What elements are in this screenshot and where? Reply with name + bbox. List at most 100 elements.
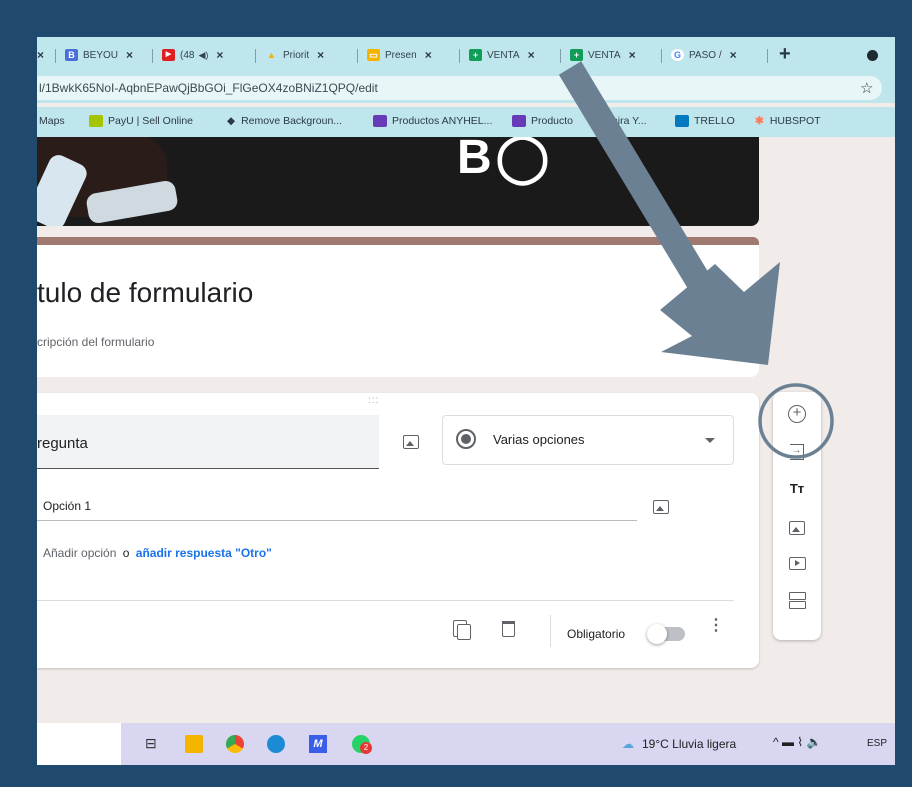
- footer-divider: [37, 600, 734, 601]
- google-favicon-icon: G: [671, 49, 684, 61]
- tab-label: (48: [180, 49, 195, 61]
- diamond-icon: ◆: [227, 115, 236, 127]
- tab-beyou[interactable]: B BEYOU ×: [65, 44, 133, 66]
- tab-drive[interactable]: ▲ Priorit ×: [265, 44, 324, 66]
- trash-icon[interactable]: [502, 621, 515, 637]
- section-icon: [788, 592, 806, 609]
- speaker-icon[interactable]: ◀): [198, 50, 208, 61]
- taskbar: ⊟ M 2 ☁ 19°C Lluvia ligera ^ ▬ ⌇ 🔈 ESP: [37, 723, 895, 765]
- bookmark-label: TRELLO: [694, 115, 735, 127]
- chrome-icon[interactable]: [226, 735, 244, 753]
- import-questions-button[interactable]: →: [785, 440, 809, 464]
- required-label: Obligatorio: [567, 627, 626, 641]
- profile-icon[interactable]: [867, 50, 878, 61]
- tab-separator: [255, 49, 256, 63]
- drive-favicon-icon: ▲: [267, 50, 276, 60]
- close-tab-icon[interactable]: ×: [216, 48, 223, 62]
- sheets-favicon-icon: +: [570, 49, 583, 61]
- title-text-icon: Tт: [789, 481, 805, 496]
- close-tab-icon[interactable]: ×: [528, 48, 535, 62]
- file-explorer-icon[interactable]: [185, 735, 203, 753]
- app-icon[interactable]: M: [309, 735, 327, 753]
- taskbar-search[interactable]: [37, 723, 121, 765]
- close-tab-icon[interactable]: ×: [629, 48, 636, 62]
- close-tab-icon[interactable]: ×: [126, 48, 133, 62]
- form-title-card[interactable]: tulo de formulario cripción del formular…: [37, 245, 759, 377]
- required-toggle[interactable]: [647, 624, 685, 644]
- beyou-favicon-icon: B: [65, 49, 78, 61]
- tab-label: VENTA: [487, 49, 520, 61]
- question-title-input[interactable]: regunta: [37, 415, 379, 469]
- add-video-button[interactable]: [785, 552, 809, 576]
- header-banner-image: B◯: [37, 137, 759, 226]
- add-image-icon[interactable]: [403, 435, 419, 449]
- tab-strip: × B BEYOU × ▶ (48 ◀) × ▲ Priorit × ▭ Pre…: [37, 37, 895, 71]
- tab-google[interactable]: G PASO / ×: [671, 44, 737, 66]
- bookmark-payu[interactable]: PayU | Sell Online: [89, 115, 193, 127]
- tab-separator: [357, 49, 358, 63]
- task-view-icon[interactable]: ⊟: [145, 735, 163, 753]
- tab-label: BEYOU: [83, 49, 119, 61]
- tab-sheets-1[interactable]: + VENTA ×: [469, 44, 535, 66]
- form-title[interactable]: tulo de formulario: [37, 277, 253, 309]
- bookmark-productos-anyhel[interactable]: Productos ANYHEL...: [373, 115, 492, 127]
- tab-label: Priorit: [283, 49, 310, 61]
- hubspot-icon: ✱: [755, 115, 764, 127]
- question-type-select[interactable]: Varias opciones: [442, 415, 734, 465]
- bookmark-star-icon[interactable]: ☆: [860, 79, 873, 97]
- radio-button-icon: [456, 429, 476, 449]
- bookmark-label: PayU | Sell Online: [108, 115, 194, 127]
- add-option-link[interactable]: Añadir opción: [43, 546, 116, 560]
- add-other-link[interactable]: añadir respuesta "Otro": [136, 546, 272, 560]
- question-toolbar: + → Tт: [773, 392, 821, 640]
- option-1-input[interactable]: Opción 1: [43, 499, 91, 513]
- question-card[interactable]: ::: regunta Varias opciones Opción 1 Aña…: [37, 393, 759, 668]
- edge-icon[interactable]: [267, 735, 285, 753]
- weather-widget[interactable]: ☁ 19°C Lluvia ligera: [622, 737, 736, 751]
- bookmark-remove-bg[interactable]: ◆ Remove Backgroun...: [227, 115, 342, 127]
- bookmark-label: Productos ANYHEL...: [392, 115, 493, 127]
- close-tab-icon[interactable]: ×: [425, 48, 432, 62]
- option-image-icon[interactable]: [653, 500, 669, 514]
- add-question-button[interactable]: +: [785, 402, 809, 426]
- add-image-button[interactable]: [785, 516, 809, 540]
- add-title-button[interactable]: Tт: [785, 477, 809, 501]
- language-indicator[interactable]: ESP: [867, 738, 887, 749]
- tab-label: VENTA: [588, 49, 621, 61]
- payu-icon: [89, 115, 103, 127]
- more-options-icon[interactable]: ⋮: [708, 618, 724, 634]
- bookmark-hubspot[interactable]: ✱ HUBSPOT: [755, 115, 821, 127]
- bookmark-maps[interactable]: Maps: [39, 115, 65, 127]
- tab-close-partial[interactable]: ×: [37, 44, 44, 66]
- tab-separator: [661, 49, 662, 63]
- bookmark-label: mira Y...: [609, 115, 647, 127]
- close-tab-icon[interactable]: ×: [317, 48, 324, 62]
- bookmark-label: Maps: [39, 115, 65, 127]
- forms-icon: [512, 115, 526, 127]
- whatsapp-icon[interactable]: 2: [352, 735, 372, 754]
- tab-label: Presen: [385, 49, 417, 61]
- bookmark-mira[interactable]: mira Y...: [609, 115, 647, 127]
- add-section-button[interactable]: [785, 589, 809, 613]
- video-icon: [788, 557, 806, 570]
- banner-logo-icon: B◯: [457, 137, 554, 184]
- form-description[interactable]: cripción del formulario: [37, 335, 154, 349]
- youtube-favicon-icon: ▶: [162, 49, 175, 61]
- system-tray[interactable]: ^ ▬ ⌇ 🔈: [773, 735, 821, 749]
- tab-separator: [459, 49, 460, 63]
- address-bar[interactable]: l/1BwkK65NoI-AqbnEPawQjBbGOi_FlGeOX4zoBN…: [37, 76, 882, 100]
- import-icon: →: [790, 444, 804, 460]
- duplicate-icon[interactable]: [453, 620, 471, 640]
- tab-youtube[interactable]: ▶ (48 ◀) ×: [162, 44, 223, 66]
- bookmark-producto[interactable]: Producto: [512, 115, 573, 127]
- tab-slides[interactable]: ▭ Presen ×: [367, 44, 432, 66]
- or-label: o: [122, 546, 130, 560]
- bookmark-trello[interactable]: TRELLO: [675, 115, 735, 127]
- close-tab-icon[interactable]: ×: [730, 48, 737, 62]
- tab-sheets-2[interactable]: + VENTA ×: [570, 44, 636, 66]
- tab-separator: [152, 49, 153, 63]
- question-type-label: Varias opciones: [493, 432, 585, 447]
- new-tab-button[interactable]: +: [779, 43, 791, 66]
- drag-handle-icon[interactable]: :::: [368, 395, 379, 406]
- tab-label: PASO /: [689, 49, 722, 61]
